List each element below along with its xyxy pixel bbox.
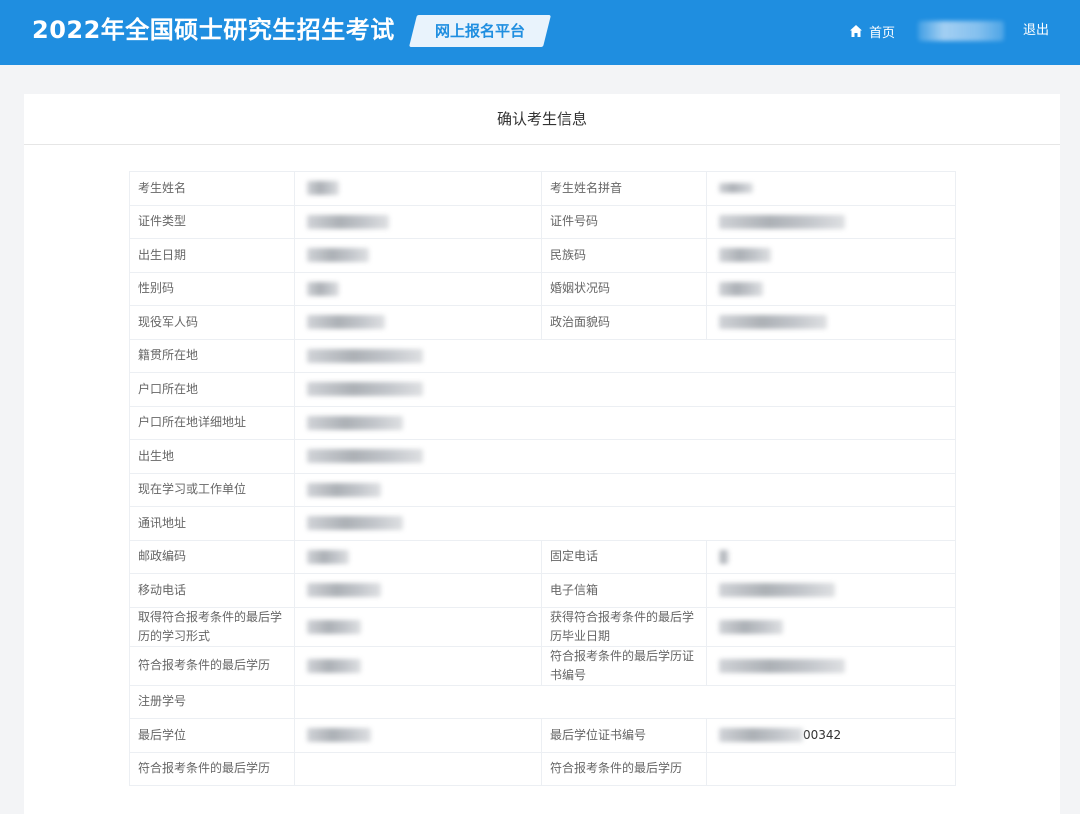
field-label: 取得符合报考条件的最后学历的学习形式 bbox=[129, 606, 295, 647]
platform-badge: 网上报名平台 bbox=[409, 15, 551, 47]
table-row: 现役军人码 政治面貌码 bbox=[129, 305, 956, 340]
field-value-redacted bbox=[294, 718, 542, 753]
field-value-redacted bbox=[706, 606, 956, 647]
table-row: 籍贯所在地 bbox=[129, 338, 956, 373]
field-value-redacted bbox=[294, 238, 542, 273]
field-value-redacted bbox=[706, 645, 956, 686]
field-label: 注册学号 bbox=[129, 684, 295, 719]
field-value-empty bbox=[294, 751, 542, 786]
field-label: 移动电话 bbox=[129, 573, 295, 608]
field-value-redacted bbox=[294, 539, 542, 574]
field-label: 通讯地址 bbox=[129, 506, 295, 541]
table-row: 出生地 bbox=[129, 439, 956, 474]
field-label: 性别码 bbox=[129, 271, 295, 306]
field-label: 最后学位 bbox=[129, 718, 295, 753]
field-label: 现役军人码 bbox=[129, 305, 295, 340]
field-label: 固定电话 bbox=[541, 539, 707, 574]
table-row: 户口所在地详细地址 bbox=[129, 405, 956, 440]
table-row: 符合报考条件的最后学历 符合报考条件的最后学历 bbox=[129, 751, 956, 786]
table-row: 移动电话 电子信箱 bbox=[129, 573, 956, 608]
field-value-redacted bbox=[294, 573, 542, 608]
field-value-redacted bbox=[294, 204, 542, 239]
app-title: 2022年全国硕士研究生招生考试 bbox=[32, 16, 395, 44]
field-label: 证件类型 bbox=[129, 204, 295, 239]
field-value-redacted bbox=[294, 606, 542, 647]
logout-link[interactable]: 退出 bbox=[1023, 20, 1049, 42]
field-label: 电子信箱 bbox=[541, 573, 707, 608]
degree-cert-suffix: 00342 bbox=[803, 727, 842, 742]
field-value-redacted bbox=[706, 204, 956, 239]
table-row: 符合报考条件的最后学历 符合报考条件的最后学历证书编号 bbox=[129, 645, 956, 686]
field-value-redacted bbox=[294, 472, 956, 507]
field-value-redacted bbox=[294, 405, 956, 440]
field-label: 现在学习或工作单位 bbox=[129, 472, 295, 507]
field-label: 符合报考条件的最后学历 bbox=[129, 751, 295, 786]
table-row: 注册学号 bbox=[129, 684, 956, 719]
table-row: 取得符合报考条件的最后学历的学习形式 获得符合报考条件的最后学历毕业日期 bbox=[129, 606, 956, 647]
field-label: 出生地 bbox=[129, 439, 295, 474]
field-value-redacted bbox=[294, 171, 542, 206]
top-navigation-bar: 2022年全国硕士研究生招生考试 网上报名平台 首页 退出 bbox=[0, 0, 1080, 65]
field-value-redacted bbox=[706, 305, 956, 340]
table-row: 证件类型 证件号码 bbox=[129, 204, 956, 239]
field-label: 获得符合报考条件的最后学历毕业日期 bbox=[541, 606, 707, 647]
field-label: 最后学位证书编号 bbox=[541, 718, 707, 753]
field-label: 籍贯所在地 bbox=[129, 338, 295, 373]
field-value-redacted bbox=[706, 539, 956, 574]
username-redacted bbox=[918, 21, 1004, 41]
field-label: 考生姓名拼音 bbox=[541, 171, 707, 206]
field-value-redacted bbox=[294, 305, 542, 340]
table-row: 通讯地址 bbox=[129, 506, 956, 541]
table-row: 性别码 婚姻状况码 bbox=[129, 271, 956, 306]
field-value-redacted bbox=[706, 573, 956, 608]
field-label: 符合报考条件的最后学历证书编号 bbox=[541, 645, 707, 686]
table-row: 出生日期 民族码 bbox=[129, 238, 956, 273]
candidate-info-table: 考生姓名 考生姓名拼音 证件类型 证件号码 出生日期 民族码 性别码 婚姻状况码… bbox=[129, 171, 956, 786]
field-value: 00342 bbox=[706, 718, 956, 753]
table-row: 户口所在地 bbox=[129, 372, 956, 407]
field-value-redacted bbox=[294, 338, 956, 373]
field-label: 出生日期 bbox=[129, 238, 295, 273]
field-label: 民族码 bbox=[541, 238, 707, 273]
field-label: 户口所在地 bbox=[129, 372, 295, 407]
field-value-redacted bbox=[294, 372, 956, 407]
confirm-info-card: 确认考生信息 考生姓名 考生姓名拼音 证件类型 证件号码 出生日期 民族码 性别… bbox=[24, 94, 1060, 814]
field-label: 符合报考条件的最后学历 bbox=[541, 751, 707, 786]
home-link[interactable]: 首页 bbox=[849, 20, 895, 42]
table-row: 考生姓名 考生姓名拼音 bbox=[129, 171, 956, 206]
field-value-redacted bbox=[294, 645, 542, 686]
field-value-redacted bbox=[294, 271, 542, 306]
field-value-redacted bbox=[706, 238, 956, 273]
field-value-empty bbox=[706, 751, 956, 786]
field-value-redacted bbox=[294, 506, 956, 541]
field-label: 婚姻状况码 bbox=[541, 271, 707, 306]
card-title: 确认考生信息 bbox=[24, 94, 1060, 145]
home-icon bbox=[850, 25, 862, 37]
field-value-redacted bbox=[706, 271, 956, 306]
field-label: 邮政编码 bbox=[129, 539, 295, 574]
field-value-redacted bbox=[706, 171, 956, 206]
platform-label: 网上报名平台 bbox=[434, 22, 525, 40]
field-label: 证件号码 bbox=[541, 204, 707, 239]
field-value-redacted bbox=[294, 439, 956, 474]
field-label: 考生姓名 bbox=[129, 171, 295, 206]
field-label: 户口所在地详细地址 bbox=[129, 405, 295, 440]
table-row: 最后学位 最后学位证书编号 00342 bbox=[129, 718, 956, 753]
field-label: 政治面貌码 bbox=[541, 305, 707, 340]
table-row: 现在学习或工作单位 bbox=[129, 472, 956, 507]
table-row: 邮政编码 固定电话 bbox=[129, 539, 956, 574]
field-label: 符合报考条件的最后学历 bbox=[129, 645, 295, 686]
home-label: 首页 bbox=[869, 25, 896, 41]
field-value-empty bbox=[294, 684, 956, 719]
